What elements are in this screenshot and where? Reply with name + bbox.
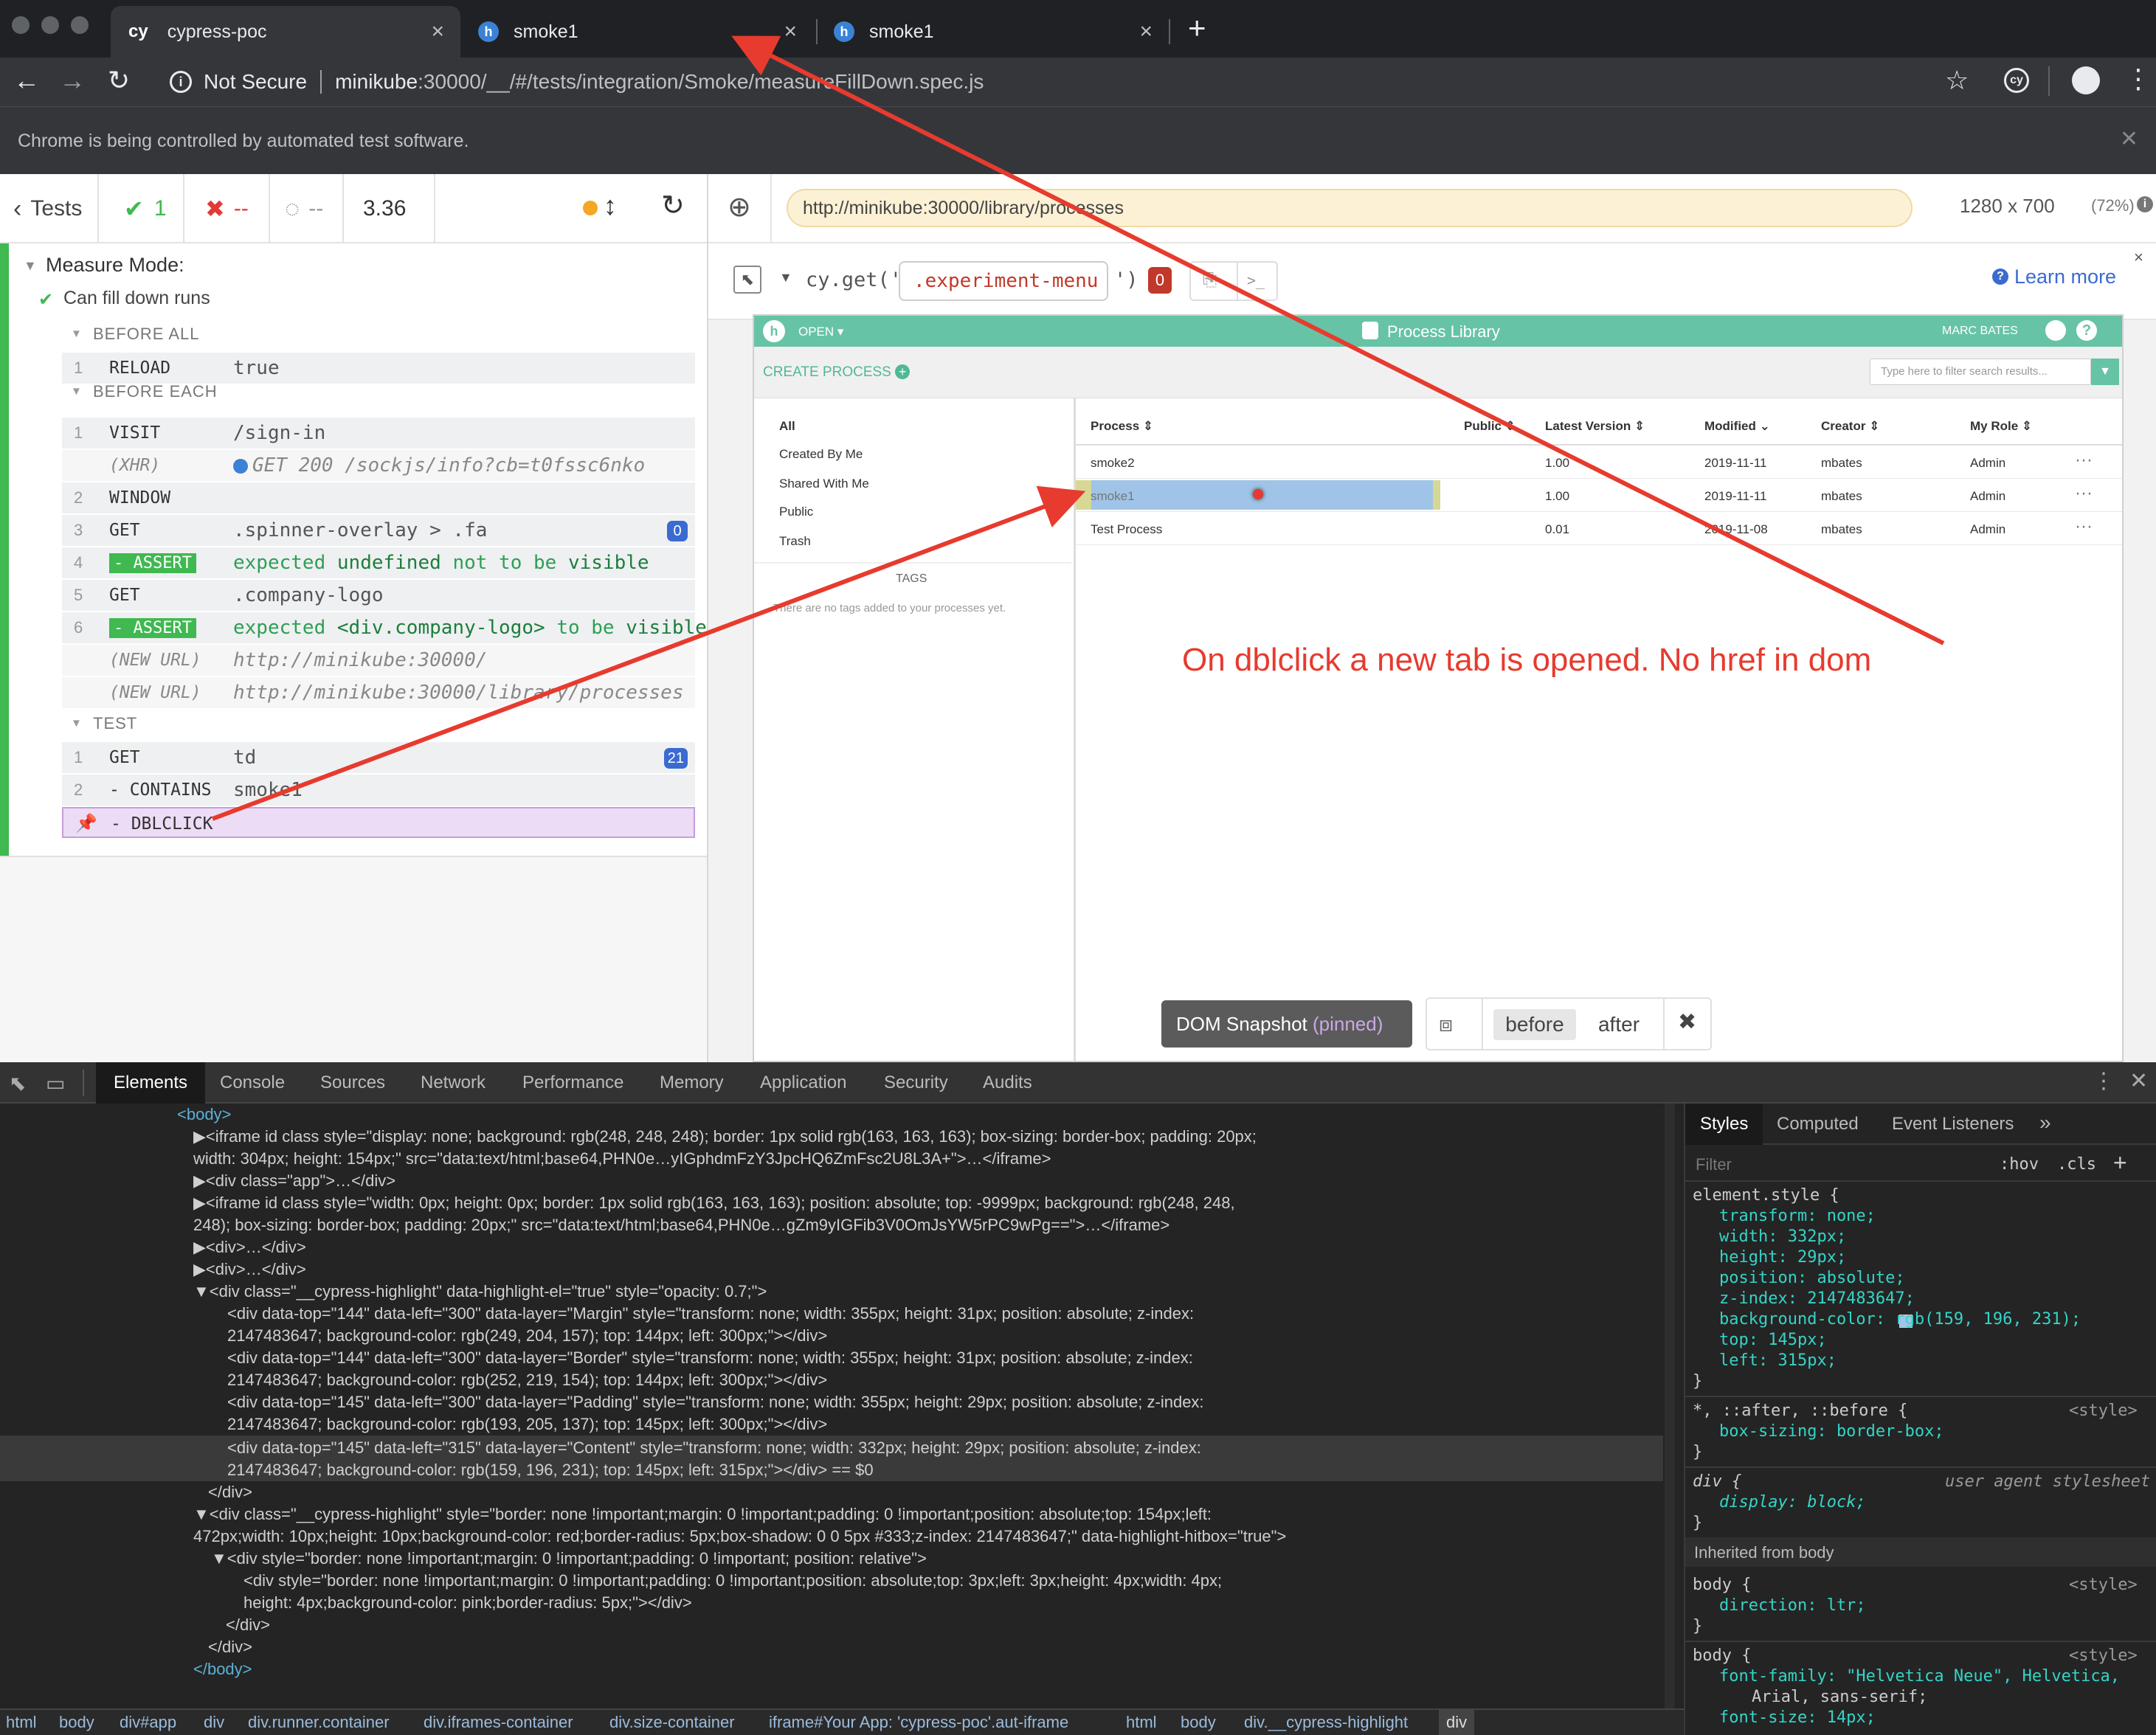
annotation-arrows: [211, 35, 1945, 821]
screenshot-root: { "browser": { "tabs": [ {"label": "cypr…: [0, 0, 2156, 1735]
arrow-to-dblclick-row: [211, 485, 1086, 821]
